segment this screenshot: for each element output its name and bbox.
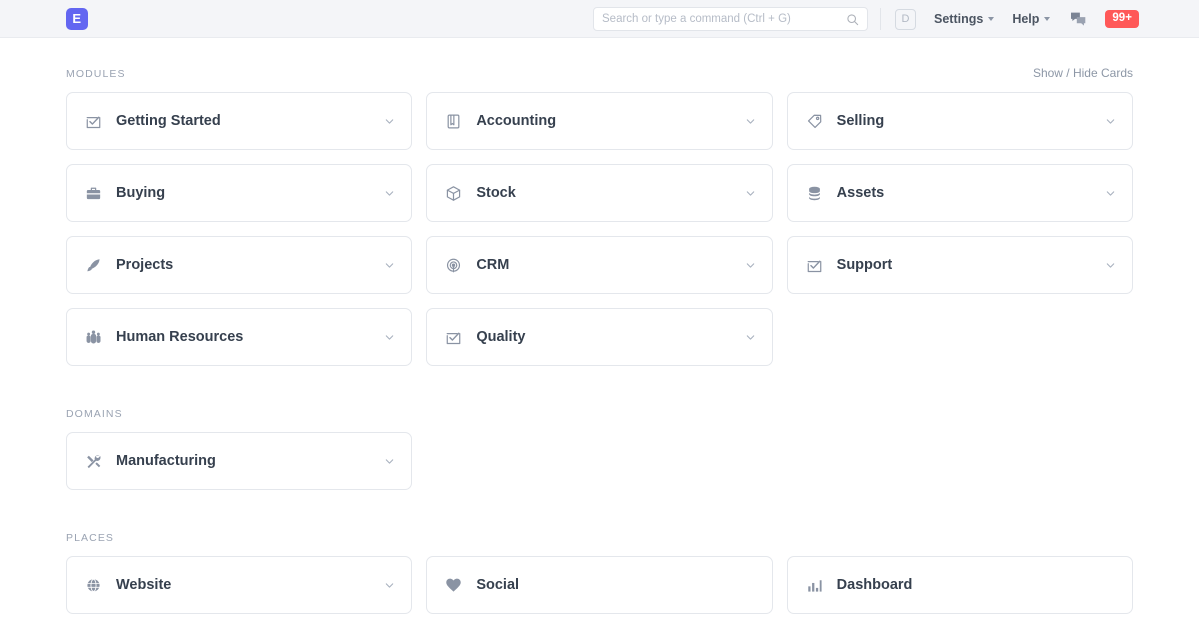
card-support[interactable]: Support [787, 236, 1133, 294]
settings-label: Settings [934, 12, 983, 26]
tools-icon [85, 453, 102, 470]
section-places: PLACES Website Social Dashboard [66, 532, 1133, 614]
chevron-down-icon [384, 580, 395, 591]
card-manufacturing[interactable]: Manufacturing [66, 432, 412, 490]
domains-card-grid: Manufacturing [66, 432, 1133, 490]
app-logo-letter: E [72, 11, 81, 26]
navbar-divider [880, 8, 881, 30]
navbar-right-group: D Settings Help 99+ [880, 0, 1139, 38]
top-navbar: E D Settings Help 99+ [0, 0, 1199, 38]
card-label: Dashboard [837, 577, 1116, 593]
card-label: Quality [476, 329, 744, 345]
chevron-down-icon [1105, 116, 1116, 127]
card-label: CRM [476, 257, 744, 273]
section-title: DOMAINS [66, 408, 123, 420]
chevron-down-icon [1044, 17, 1050, 21]
rocket-icon [85, 257, 102, 274]
check-square-icon [85, 113, 102, 130]
section-title: MODULES [66, 68, 126, 80]
briefcase-icon [85, 185, 102, 202]
card-dashboard[interactable]: Dashboard [787, 556, 1133, 614]
card-getting-started[interactable]: Getting Started [66, 92, 412, 150]
section-places-header: PLACES [66, 532, 1133, 544]
book-icon [445, 113, 462, 130]
search-input[interactable] [602, 13, 846, 25]
notification-badge[interactable]: 99+ [1105, 10, 1139, 29]
app-logo[interactable]: E [66, 8, 88, 30]
card-label: Projects [116, 257, 384, 273]
heart-icon [445, 577, 462, 594]
card-buying[interactable]: Buying [66, 164, 412, 222]
target-icon [445, 257, 462, 274]
chevron-down-icon [745, 116, 756, 127]
chevron-down-icon [1105, 260, 1116, 271]
bar-chart-icon [806, 577, 823, 594]
avatar[interactable]: D [895, 9, 916, 30]
chevron-down-icon [384, 188, 395, 199]
section-modules: MODULES Show / Hide Cards Getting Starte… [66, 66, 1133, 366]
card-label: Buying [116, 185, 384, 201]
help-label: Help [1012, 12, 1039, 26]
chevron-down-icon [745, 260, 756, 271]
comments-icon[interactable] [1070, 12, 1087, 27]
chevron-down-icon [384, 116, 395, 127]
database-icon [806, 185, 823, 202]
chevron-down-icon [384, 260, 395, 271]
chevron-down-icon [988, 17, 994, 21]
section-title: PLACES [66, 532, 114, 544]
card-label: Assets [837, 185, 1105, 201]
card-label: Social [476, 577, 755, 593]
section-domains: DOMAINS Manufacturing [66, 408, 1133, 490]
chevron-down-icon [384, 456, 395, 467]
globe-icon [85, 577, 102, 594]
card-quality[interactable]: Quality [426, 308, 772, 366]
section-domains-header: DOMAINS [66, 408, 1133, 420]
card-website[interactable]: Website [66, 556, 412, 614]
card-label: Getting Started [116, 113, 384, 129]
card-assets[interactable]: Assets [787, 164, 1133, 222]
chevron-down-icon [1105, 188, 1116, 199]
check-square-icon [806, 257, 823, 274]
card-stock[interactable]: Stock [426, 164, 772, 222]
help-menu[interactable]: Help [1012, 12, 1050, 26]
card-label: Manufacturing [116, 453, 384, 469]
card-projects[interactable]: Projects [66, 236, 412, 294]
card-label: Stock [476, 185, 744, 201]
chevron-down-icon [745, 332, 756, 343]
section-modules-header: MODULES Show / Hide Cards [66, 66, 1133, 80]
package-icon [445, 185, 462, 202]
check-square-icon [445, 329, 462, 346]
global-search[interactable] [593, 7, 868, 31]
people-icon [85, 329, 102, 346]
card-label: Website [116, 577, 384, 593]
search-icon [846, 13, 859, 26]
card-label: Selling [837, 113, 1105, 129]
chevron-down-icon [384, 332, 395, 343]
chevron-down-icon [745, 188, 756, 199]
settings-menu[interactable]: Settings [934, 12, 994, 26]
card-social[interactable]: Social [426, 556, 772, 614]
card-accounting[interactable]: Accounting [426, 92, 772, 150]
card-crm[interactable]: CRM [426, 236, 772, 294]
card-label: Support [837, 257, 1105, 273]
card-selling[interactable]: Selling [787, 92, 1133, 150]
card-label: Accounting [476, 113, 744, 129]
tag-icon [806, 113, 823, 130]
modules-card-grid: Getting Started Accounting Selling Buying St… [66, 92, 1133, 366]
card-human-resources[interactable]: Human Resources [66, 308, 412, 366]
card-label: Human Resources [116, 329, 384, 345]
places-card-grid: Website Social Dashboard [66, 556, 1133, 614]
avatar-letter: D [902, 13, 910, 25]
page-body: MODULES Show / Hide Cards Getting Starte… [0, 38, 1199, 614]
show-hide-cards-link[interactable]: Show / Hide Cards [1033, 66, 1133, 80]
